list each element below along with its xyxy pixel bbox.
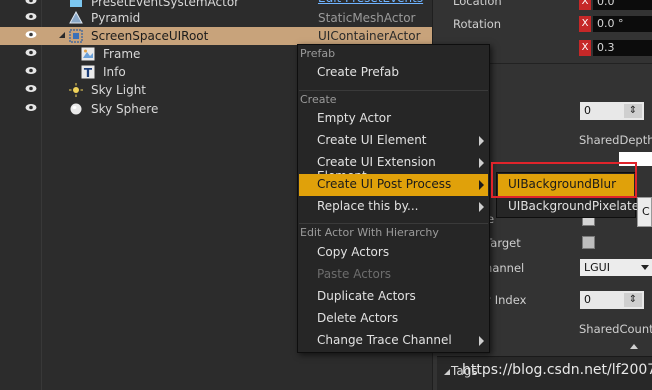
x-axis-badge: X	[579, 0, 591, 10]
actor-icon	[70, 0, 82, 7]
menu-item-paste-actors[interactable]: Paste Actors	[299, 264, 488, 286]
section-create: Create	[300, 93, 337, 106]
expand-arrow-icon[interactable]	[58, 32, 66, 40]
tooltip-fragment: C	[637, 197, 652, 227]
sky-light-icon	[69, 83, 83, 97]
menu-item-label: Empty Actor	[317, 111, 392, 125]
eye-icon[interactable]	[25, 66, 37, 75]
eye-icon[interactable]	[25, 48, 37, 57]
location-label: Location	[453, 0, 502, 8]
chevron-down-icon	[641, 265, 649, 270]
highlight-callout-box	[491, 162, 637, 198]
svg-text:T: T	[84, 66, 93, 79]
x-axis-badge: X	[579, 16, 591, 32]
hierarchy-index-value: 0	[584, 293, 591, 306]
eye-icon[interactable]	[25, 30, 37, 39]
shared-depth-label: SharedDepthCo	[579, 133, 652, 147]
eye-icon[interactable]	[25, 12, 37, 21]
menu-item-label: Create UI Post Process	[317, 177, 452, 191]
menu-item-label: Copy Actors	[317, 245, 390, 259]
eye-icon[interactable]	[25, 0, 37, 5]
menu-item-label: Delete Actors	[317, 311, 399, 325]
section-prefab: Prefab	[300, 47, 336, 60]
submenu-arrow-icon	[479, 336, 484, 346]
menu-item-empty-actor[interactable]: Empty Actor	[299, 108, 488, 130]
raycast-target-checkbox[interactable]	[582, 236, 595, 249]
menu-item-label: Paste Actors	[317, 267, 392, 281]
menu-item-label: Replace this by...	[317, 199, 419, 213]
menu-item-copy-actors[interactable]: Copy Actors	[299, 242, 488, 264]
row-type: UIContainerActor	[318, 29, 421, 43]
sky-sphere-icon	[70, 103, 82, 115]
depth-value: 0	[584, 104, 591, 117]
submenu-item-ui-background-pixelate[interactable]: UIBackgroundPixelate	[498, 196, 639, 218]
rotation-label: Rotation	[453, 17, 502, 31]
hierarchy-index-spinbox[interactable]: 0 ⇕	[580, 291, 644, 309]
shared-count-label: SharedCount:	[579, 322, 652, 336]
edit-preset-events-link[interactable]: Edit PresetEvents	[318, 0, 423, 5]
menu-separator	[299, 223, 488, 224]
section-hierarchy: Edit Actor With Hierarchy	[300, 226, 439, 239]
submenu-arrow-icon	[479, 202, 484, 212]
depth-spinbox[interactable]: 0 ⇕	[580, 102, 644, 120]
outliner-row-selected[interactable]: ScreenSpaceUIRoot UIContainerActor	[0, 27, 432, 45]
row-label: Sky Sphere	[91, 102, 159, 116]
rotation-x-input[interactable]: 0.0 °	[593, 16, 652, 32]
menu-item-change-trace-channel[interactable]: Change Trace Channel	[299, 330, 488, 352]
submenu-item-label: UIBackgroundPixelate	[508, 199, 640, 213]
expand-arrow-icon[interactable]	[443, 368, 451, 376]
ui-container-icon	[69, 29, 83, 43]
row-label: Pyramid	[91, 11, 141, 25]
menu-item-delete-actors[interactable]: Delete Actors	[299, 308, 488, 330]
menu-item-create-ui-element[interactable]: Create UI Element	[299, 130, 488, 152]
menu-item-create-ui-post-process[interactable]: Create UI Post Process	[299, 174, 488, 196]
location-x-input[interactable]: 0.0	[593, 0, 652, 10]
menu-item-label: Create UI Element	[317, 133, 427, 147]
static-mesh-icon	[69, 11, 83, 24]
trace-channel-value: LGUI	[584, 261, 610, 274]
eye-icon[interactable]	[25, 103, 37, 112]
menu-item-label: Change Trace Channel	[317, 333, 452, 347]
ui-sprite-icon	[81, 47, 95, 61]
menu-item-create-ui-extension[interactable]: Create UI Extension Element	[299, 152, 488, 183]
spin-arrows-icon[interactable]: ⇕	[624, 104, 642, 118]
collapse-arrow-icon[interactable]	[630, 344, 638, 349]
eye-icon[interactable]	[25, 84, 37, 93]
submenu-arrow-icon	[479, 180, 484, 190]
x-axis-badge: X	[579, 40, 591, 56]
row-label: Info	[103, 65, 126, 79]
ui-text-icon: T	[81, 65, 95, 79]
menu-item-duplicate-actors[interactable]: Duplicate Actors	[299, 286, 488, 308]
trace-channel-dropdown[interactable]: LGUI	[580, 259, 652, 276]
row-label: ScreenSpaceUIRoot	[91, 29, 209, 43]
submenu-arrow-icon	[479, 136, 484, 146]
watermark-text: https://blog.csdn.net/lf2007hf	[462, 362, 652, 378]
row-label: PresetEventSystemActor	[91, 0, 240, 9]
context-menu: Prefab Create Prefab Create Empty Actor …	[297, 44, 490, 353]
menu-separator	[299, 90, 488, 91]
scale-x-input[interactable]: 0.3	[593, 40, 652, 56]
row-label: Frame	[103, 47, 141, 61]
menu-item-create-prefab[interactable]: Create Prefab	[299, 62, 488, 84]
outliner-row[interactable]: Pyramid StaticMeshActor	[0, 9, 432, 27]
row-label: Sky Light	[91, 83, 147, 97]
menu-item-replace[interactable]: Replace this by...	[299, 196, 488, 218]
menu-item-label: Create Prefab	[317, 65, 399, 79]
menu-item-label: Duplicate Actors	[317, 289, 416, 303]
row-type: StaticMeshActor	[318, 11, 416, 25]
spin-arrows-icon[interactable]: ⇕	[624, 293, 642, 307]
submenu-arrow-icon	[479, 158, 484, 168]
